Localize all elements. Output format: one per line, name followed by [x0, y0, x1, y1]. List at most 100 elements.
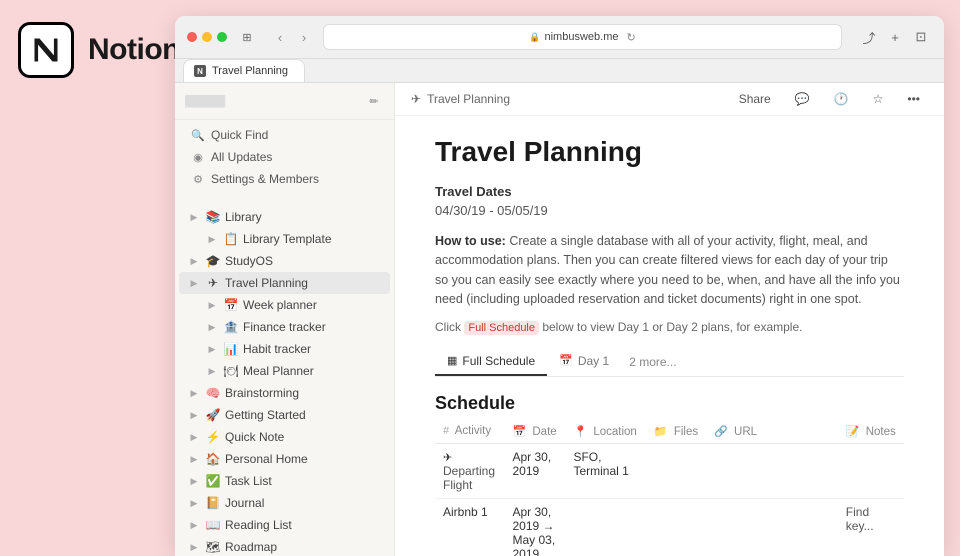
library-template-page-icon: 📋 [223, 231, 239, 247]
tab-favicon: N [194, 65, 206, 77]
tab-full-schedule[interactable]: ▦ Full Schedule [435, 348, 547, 376]
comment-button[interactable]: 💬 [787, 89, 818, 109]
brand-name: Notion [88, 33, 180, 67]
settings-icon: ⚙ [191, 173, 205, 186]
share-button[interactable]: Share [731, 89, 779, 109]
location-th-icon: 📍 [573, 426, 587, 438]
nav-forward-button[interactable]: › [293, 26, 315, 48]
new-tab-icon[interactable]: + [884, 26, 906, 48]
task-list-label: Task List [225, 474, 382, 488]
chevron-right-icon: ▶ [205, 364, 219, 378]
row-activity[interactable]: Airbnb 1 [435, 498, 504, 556]
col-header-activity: # Activity [435, 420, 504, 444]
sidebar-item-week-planner[interactable]: ▶ 📅 Week planner [179, 294, 390, 316]
sidebar-item-getting-started[interactable]: ▶ 🚀 Getting Started [179, 404, 390, 426]
more-options-button[interactable]: ••• [899, 89, 928, 109]
row-files [646, 498, 706, 556]
col-notes-label: Notes [866, 426, 896, 438]
address-bar[interactable]: 🔒 nimbusweb.me ↻ [323, 24, 842, 50]
reading-list-label: Reading List [225, 518, 382, 532]
close-button[interactable] [187, 32, 197, 42]
star-icon: ☆ [873, 92, 884, 106]
notes-value: Find key... [846, 505, 874, 533]
sidebar-item-roadmap[interactable]: ▶ 🗺 Roadmap [179, 536, 390, 556]
page-title: Travel Planning [435, 136, 904, 168]
sidebar-item-brainstorming[interactable]: ▶ 🧠 Brainstorming [179, 382, 390, 404]
quick-note-label: Quick Note [225, 430, 382, 444]
history-button[interactable]: 🕐 [826, 89, 857, 109]
sidebar-item-journal[interactable]: ▶ 📔 Journal [179, 492, 390, 514]
files-th-icon: 📁 [654, 426, 668, 438]
sidebar-nav: 🔍 Quick Find ◉ All Updates ⚙ Settings & … [175, 120, 394, 194]
tab-day1[interactable]: 📅 Day 1 [547, 348, 621, 376]
date-value: Apr 30, 2019 [512, 450, 551, 478]
week-planner-label: Week planner [243, 298, 382, 312]
sidebar-item-library-template[interactable]: ▶ 📋 Library Template [179, 228, 390, 250]
sidebar-top: ▓▓▓▓▓ ✏ [175, 83, 394, 120]
journal-page-icon: 📔 [205, 495, 221, 511]
quick-find-label: Quick Find [211, 128, 268, 142]
sidebar-item-settings[interactable]: ⚙ Settings & Members [179, 168, 390, 190]
page-body: Travel Planning Travel Dates 04/30/19 - … [395, 116, 944, 556]
row-activity[interactable]: ✈ Departing Flight [435, 443, 504, 498]
sidebar-item-meal-planner[interactable]: ▶ 🍽 Meal Planner [179, 360, 390, 382]
chevron-right-icon: ▶ [187, 540, 201, 554]
sidebar-pages: ▶ 📚 Library ▶ 📋 Library Template ▶ 🎓 Stu… [175, 202, 394, 556]
col-header-location: 📍 Location [565, 420, 645, 444]
share-icon[interactable]: ⤴ [858, 26, 880, 48]
branding-area: Notion [0, 0, 175, 540]
comment-icon: 💬 [795, 92, 810, 106]
workspace-name: ▓▓▓▓▓ [185, 95, 225, 107]
studyos-label: StudyOS [225, 254, 382, 268]
col-header-notes: 📝 Notes [838, 420, 904, 444]
sidebar-toggle-icon[interactable]: ⊞ [237, 27, 257, 47]
full-schedule-tag[interactable]: Full Schedule [464, 321, 539, 335]
url-th-icon: 🔗 [714, 426, 728, 438]
schedule-section: Schedule # Activity 📅 Date [435, 383, 904, 556]
db-tabs: ▦ Full Schedule 📅 Day 1 2 more... [435, 348, 904, 377]
sidebar-edit-icon[interactable]: ✏ [364, 91, 384, 111]
sidebar-item-quick-note[interactable]: ▶ ⚡ Quick Note [179, 426, 390, 448]
sidebar-item-all-updates[interactable]: ◉ All Updates [179, 146, 390, 168]
sidebar-item-travel-planning[interactable]: ▶ ✈ Travel Planning [179, 272, 390, 294]
sidebar-item-quick-find[interactable]: 🔍 Quick Find [179, 124, 390, 146]
calendar-th-icon: 📅 [512, 426, 526, 438]
location-value: SFO, Terminal 1 [573, 450, 628, 478]
calendar-icon: 📅 [559, 354, 573, 367]
roadmap-page-icon: 🗺 [205, 539, 221, 555]
maximize-button[interactable] [217, 32, 227, 42]
row-url [706, 498, 838, 556]
brand-content: Notion [18, 22, 180, 78]
chevron-right-icon: ▶ [187, 518, 201, 532]
col-files-label: Files [674, 426, 698, 438]
active-browser-tab[interactable]: N Travel Planning [183, 59, 305, 82]
sidebar-item-habit-tracker[interactable]: ▶ 📊 Habit tracker [179, 338, 390, 360]
minimize-button[interactable] [202, 32, 212, 42]
meal-planner-label: Meal Planner [243, 364, 382, 378]
traffic-lights [187, 32, 227, 42]
full-schedule-tab-label: Full Schedule [462, 354, 535, 368]
chevron-right-icon: ▶ [187, 408, 201, 422]
notes-th-icon: 📝 [846, 426, 860, 438]
journal-label: Journal [225, 496, 382, 510]
date-value2: May 03, 2019 [512, 533, 557, 556]
nav-back-button[interactable]: ‹ [269, 26, 291, 48]
favorite-button[interactable]: ☆ [865, 89, 892, 109]
sidebar-item-reading-list[interactable]: ▶ 📖 Reading List [179, 514, 390, 536]
chevron-right-icon: ▶ [205, 342, 219, 356]
sidebar-item-finance-tracker[interactable]: ▶ 🏦 Finance tracker [179, 316, 390, 338]
sidebar-item-task-list[interactable]: ▶ ✅ Task List [179, 470, 390, 492]
chevron-right-icon: ▶ [187, 452, 201, 466]
tab-bar: N Travel Planning [175, 59, 944, 83]
grid-icon: ▦ [447, 354, 457, 367]
chevron-right-icon: ▶ [187, 386, 201, 400]
more-views-button[interactable]: 2 more... [621, 349, 684, 375]
brainstorming-label: Brainstorming [225, 386, 382, 400]
page-actions: Share 💬 🕐 ☆ ••• [731, 89, 928, 109]
sidebar-item-library[interactable]: ▶ 📚 Library [179, 206, 390, 228]
sidebar-item-studyos[interactable]: ▶ 🎓 StudyOS [179, 250, 390, 272]
refresh-icon[interactable]: ↻ [626, 31, 635, 44]
chevron-right-icon: ▶ [187, 430, 201, 444]
sidebar-item-personal-home[interactable]: ▶ 🏠 Personal Home [179, 448, 390, 470]
extensions-icon[interactable]: ⊡ [910, 26, 932, 48]
